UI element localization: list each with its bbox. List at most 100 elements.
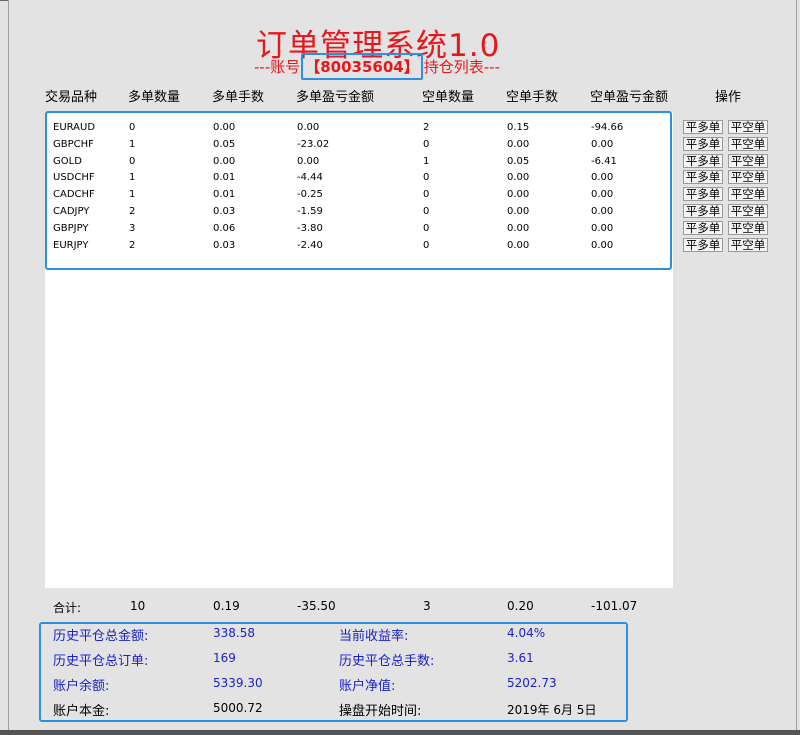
cell-buy-count: 3 <box>129 223 136 234</box>
col-header-action: 操作 <box>715 90 742 105</box>
close-sell-button[interactable]: 平空单 <box>728 238 768 252</box>
cell-buy-pl: -2.40 <box>297 240 323 251</box>
cell-sell-count: 0 <box>423 172 430 183</box>
col-header-buy-lots: 多单手数 <box>212 90 265 105</box>
totals-buy-pl: -35.50 <box>297 599 336 613</box>
equity-value: 5202.73 <box>507 676 557 690</box>
cell-buy-count: 1 <box>129 189 136 200</box>
cell-buy-lots: 0.00 <box>213 122 236 133</box>
cell-buy-pl: 0.00 <box>297 156 320 167</box>
balance-value: 5339.30 <box>213 676 263 690</box>
totals-buy-count: 10 <box>130 599 146 613</box>
cell-sell-count: 0 <box>423 206 430 217</box>
window-border-right <box>796 0 797 735</box>
cell-sell-count: 2 <box>423 122 430 133</box>
cell-buy-count: 2 <box>129 240 136 251</box>
cell-buy-count: 0 <box>129 122 136 133</box>
close-sell-button[interactable]: 平空单 <box>728 187 768 201</box>
hist-close-orders-label: 历史平仓总订单: <box>53 654 149 669</box>
cell-sell-pl: 0.00 <box>591 172 614 183</box>
close-sell-button[interactable]: 平空单 <box>728 154 768 168</box>
start-time-label: 操盘开始时间: <box>339 704 422 719</box>
cell-buy-count: 0 <box>129 156 136 167</box>
col-header-buy-count: 多单数量 <box>128 90 181 105</box>
close-buy-button[interactable]: 平多单 <box>683 221 723 235</box>
hist-close-amount-value: 338.58 <box>213 626 255 640</box>
close-buy-button[interactable]: 平多单 <box>683 170 723 184</box>
cell-sell-count: 0 <box>423 189 430 200</box>
cell-buy-count: 1 <box>129 172 136 183</box>
cell-symbol: USDCHF <box>53 172 95 183</box>
totals-label: 合计: <box>53 601 82 615</box>
close-sell-button[interactable]: 平空单 <box>728 137 768 151</box>
cell-sell-lots: 0.00 <box>507 172 530 183</box>
cell-buy-pl: -4.44 <box>297 172 323 183</box>
cell-sell-lots: 0.15 <box>507 122 530 133</box>
subtitle-suffix: 持仓列表--- <box>423 58 500 76</box>
cell-sell-pl: -94.66 <box>591 122 624 133</box>
cell-sell-lots: 0.00 <box>507 240 530 251</box>
hist-close-amount-label: 历史平仓总金额: <box>53 629 149 644</box>
close-buy-button[interactable]: 平多单 <box>683 238 723 252</box>
close-buy-button[interactable]: 平多单 <box>683 187 723 201</box>
cell-sell-pl: -6.41 <box>591 156 617 167</box>
frame-corner-mark <box>0 0 8 1</box>
current-yield-label: 当前收益率: <box>339 629 409 644</box>
close-sell-button[interactable]: 平空单 <box>728 120 768 134</box>
cell-buy-lots: 0.00 <box>213 156 236 167</box>
col-header-sell-lots: 空单手数 <box>506 90 559 105</box>
cell-sell-lots: 0.00 <box>507 223 530 234</box>
cell-sell-count: 1 <box>423 156 430 167</box>
cell-sell-pl: 0.00 <box>591 206 614 217</box>
col-header-sell-pl: 空单盈亏金额 <box>590 90 669 105</box>
cell-buy-pl: -0.25 <box>297 189 323 200</box>
window-border-left <box>8 0 9 735</box>
positions-highlight-box <box>45 111 672 270</box>
cell-buy-count: 2 <box>129 206 136 217</box>
cell-sell-count: 0 <box>423 240 430 251</box>
close-sell-button[interactable]: 平空单 <box>728 170 768 184</box>
principal-value: 5000.72 <box>213 701 263 715</box>
cell-buy-pl: -3.80 <box>297 223 323 234</box>
close-sell-button[interactable]: 平空单 <box>728 204 768 218</box>
close-buy-button[interactable]: 平多单 <box>683 137 723 151</box>
cell-buy-lots: 0.05 <box>213 139 236 150</box>
window-border-bottom <box>0 730 800 735</box>
cell-sell-pl: 0.00 <box>591 189 614 200</box>
start-time-value: 2019年 6月 5日 <box>507 703 597 717</box>
cell-buy-pl: 0.00 <box>297 122 320 133</box>
totals-buy-lots: 0.19 <box>213 599 240 613</box>
cell-sell-count: 0 <box>423 223 430 234</box>
cell-symbol: GBPJPY <box>53 223 89 234</box>
account-subtitle: ---账号 【80035604】 持仓列表--- <box>254 53 500 80</box>
principal-label: 账户本金: <box>53 704 110 719</box>
cell-symbol: EURJPY <box>53 240 89 251</box>
close-sell-button[interactable]: 平空单 <box>728 221 768 235</box>
totals-sell-lots: 0.20 <box>507 599 534 613</box>
cell-buy-count: 1 <box>129 139 136 150</box>
col-header-buy-pl: 多单盈亏金额 <box>296 90 375 105</box>
close-buy-button[interactable]: 平多单 <box>683 120 723 134</box>
col-header-symbol: 交易品种 <box>45 90 98 105</box>
account-number: 【80035604】 <box>301 53 423 80</box>
cell-sell-pl: 0.00 <box>591 223 614 234</box>
cell-buy-lots: 0.06 <box>213 223 236 234</box>
cell-buy-lots: 0.01 <box>213 172 236 183</box>
cell-symbol: CADJPY <box>53 206 90 217</box>
close-buy-button[interactable]: 平多单 <box>683 154 723 168</box>
hist-close-orders-value: 169 <box>213 651 236 665</box>
current-yield-value: 4.04% <box>507 626 546 640</box>
hist-close-lots-label: 历史平仓总手数: <box>339 654 435 669</box>
subtitle-prefix: ---账号 <box>254 58 301 76</box>
balance-label: 账户余额: <box>53 679 110 694</box>
cell-sell-lots: 0.00 <box>507 139 530 150</box>
hist-close-lots-value: 3.61 <box>507 651 534 665</box>
col-header-sell-count: 空单数量 <box>422 90 475 105</box>
cell-buy-pl: -1.59 <box>297 206 323 217</box>
equity-label: 账户净值: <box>339 679 396 694</box>
cell-buy-lots: 0.01 <box>213 189 236 200</box>
cell-symbol: GOLD <box>53 156 82 167</box>
cell-symbol: GBPCHF <box>53 139 94 150</box>
close-buy-button[interactable]: 平多单 <box>683 204 723 218</box>
cell-symbol: EURAUD <box>53 122 96 133</box>
